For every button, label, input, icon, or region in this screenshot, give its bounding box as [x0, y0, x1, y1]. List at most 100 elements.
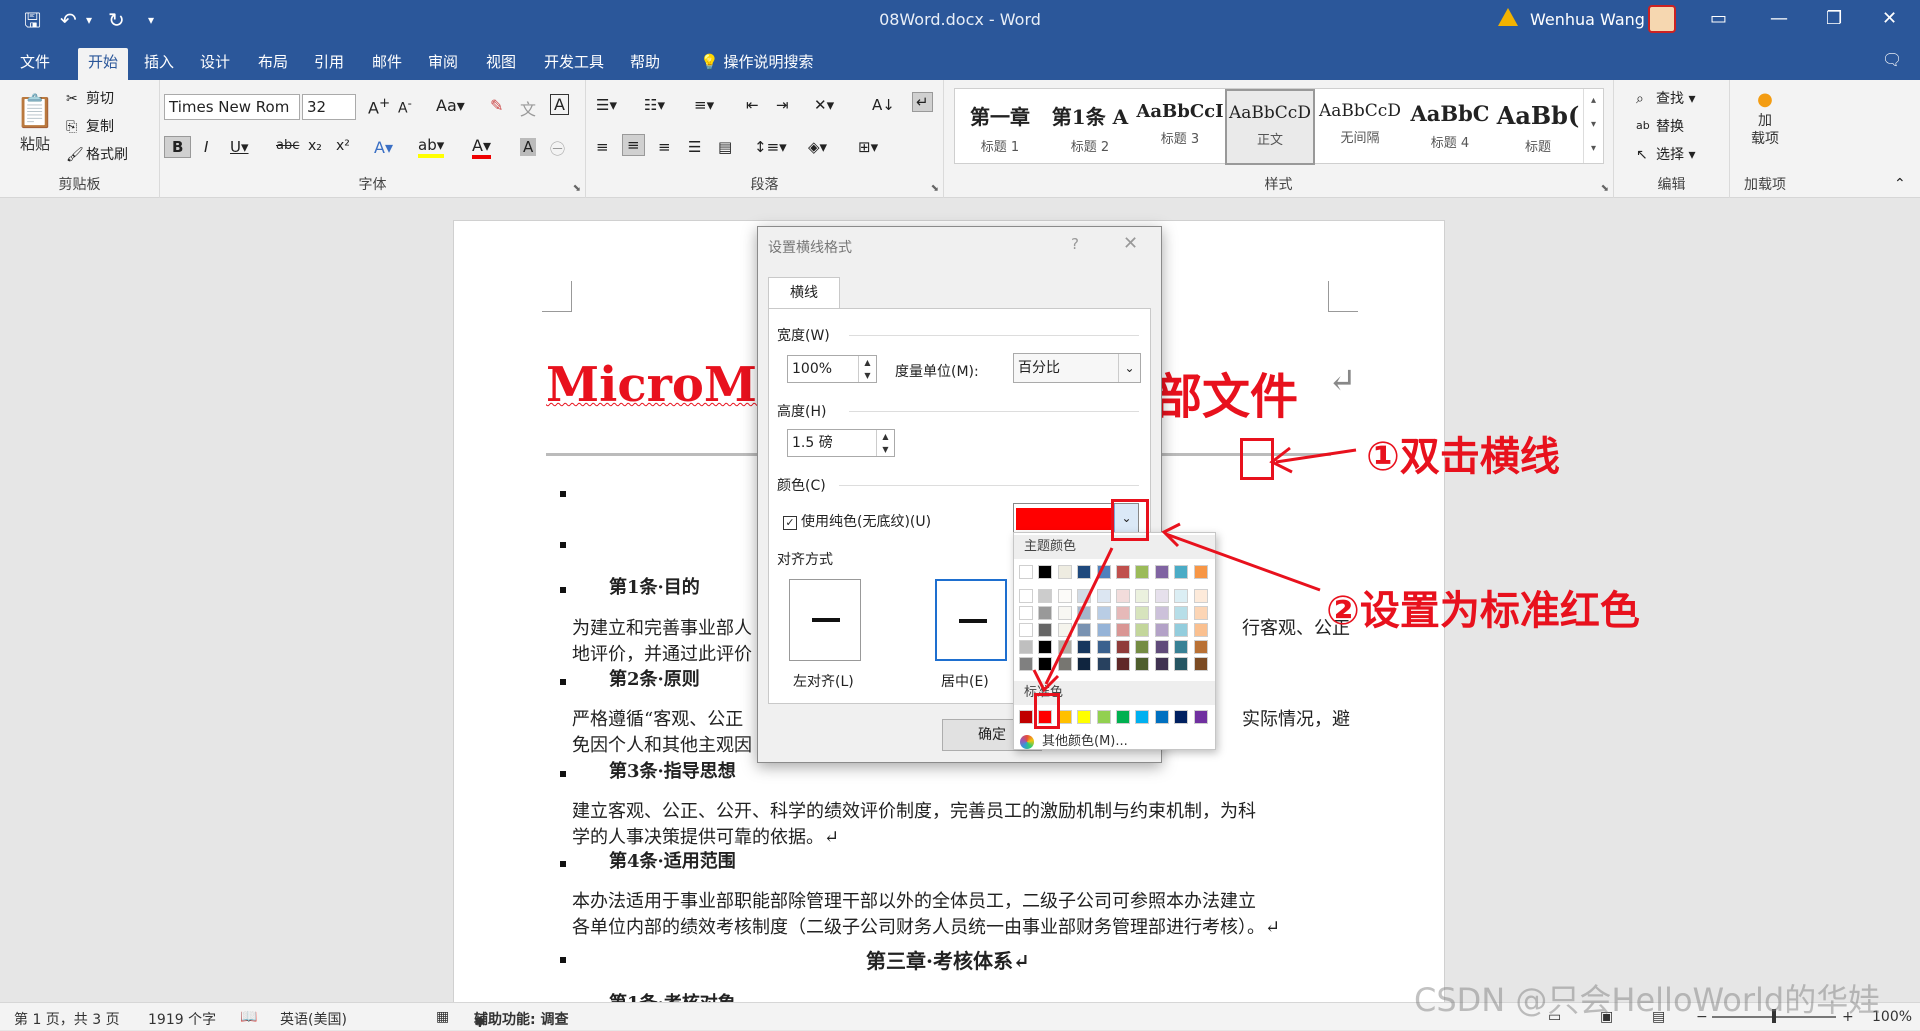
- warning-icon[interactable]: [1498, 8, 1518, 26]
- format-painter-button[interactable]: 🖌 格式刷: [66, 144, 128, 164]
- theme-color-swatch[interactable]: [1096, 565, 1111, 579]
- select-button[interactable]: ↖ 选择 ▾: [1636, 144, 1695, 164]
- solid-color-checkbox[interactable]: ✓ 使用纯色(无底纹)(U): [783, 511, 931, 531]
- user-name[interactable]: Wenhua Wang: [1530, 10, 1645, 29]
- theme-shade-swatch[interactable]: [1193, 657, 1208, 671]
- clear-format-icon[interactable]: ✎: [490, 96, 503, 115]
- minimize-icon[interactable]: —: [1770, 8, 1788, 29]
- proofing-icon[interactable]: 📖: [240, 1009, 257, 1025]
- width-input[interactable]: 100% ▲ ▼: [787, 355, 877, 383]
- theme-shade-swatch[interactable]: [1116, 640, 1130, 654]
- paste-button[interactable]: 📋 粘贴: [12, 90, 58, 156]
- theme-shade-swatch[interactable]: [1193, 623, 1208, 637]
- theme-shade-swatch[interactable]: [1135, 657, 1150, 671]
- tell-me[interactable]: 💡 操作说明搜索: [690, 48, 823, 80]
- theme-shade-swatch[interactable]: [1135, 640, 1150, 654]
- language[interactable]: 英语(美国): [280, 1009, 347, 1029]
- tab-home[interactable]: 开始: [78, 48, 129, 80]
- theme-shade-swatch[interactable]: [1193, 640, 1208, 654]
- multilevel-list-icon[interactable]: ≡▾: [694, 96, 714, 114]
- standard-color-swatch[interactable]: [1193, 710, 1208, 724]
- theme-shade-swatch[interactable]: [1057, 623, 1072, 637]
- subscript-icon[interactable]: x₂: [308, 138, 322, 154]
- font-name-input[interactable]: Times New Rom: [164, 94, 300, 120]
- bullets-icon[interactable]: ☰▾: [596, 96, 617, 114]
- paragraph-launcher-icon[interactable]: ⬊: [931, 183, 939, 194]
- sort-icon[interactable]: A↓: [872, 96, 895, 114]
- font-size-input[interactable]: 32: [302, 94, 356, 120]
- theme-shade-swatch[interactable]: [1077, 589, 1092, 603]
- comments-icon[interactable]: 🗨: [1882, 50, 1902, 69]
- style-title[interactable]: AaBb(标题: [1495, 89, 1581, 165]
- borders-icon[interactable]: ⊞▾: [858, 138, 878, 156]
- styles-launcher-icon[interactable]: ⬊: [1601, 183, 1609, 194]
- align-center-icon[interactable]: ≡: [622, 134, 645, 156]
- tab-mailings[interactable]: 邮件: [362, 48, 412, 80]
- distributed-icon[interactable]: ▤: [718, 138, 732, 156]
- highlight-icon[interactable]: ab▾: [418, 136, 445, 158]
- shrink-font-icon[interactable]: A-: [398, 96, 412, 117]
- style-heading2[interactable]: 第1条 A 标题 2: [1045, 89, 1135, 165]
- theme-shade-swatch[interactable]: [1038, 589, 1053, 603]
- increase-indent-icon[interactable]: ⇥: [776, 96, 789, 114]
- font-launcher-icon[interactable]: ⬊: [573, 183, 581, 194]
- theme-color-swatch[interactable]: [1019, 565, 1033, 579]
- theme-color-swatch[interactable]: [1154, 565, 1169, 579]
- styles-scroll-icon[interactable]: ▴ ▾ ▾: [1583, 89, 1603, 163]
- theme-shade-swatch[interactable]: [1154, 640, 1169, 654]
- theme-shade-swatch[interactable]: [1154, 623, 1169, 637]
- theme-color-swatch[interactable]: [1038, 565, 1053, 579]
- find-button[interactable]: ⌕ 查找 ▾: [1636, 88, 1695, 108]
- tab-references[interactable]: 引用: [304, 48, 354, 80]
- theme-shade-swatch[interactable]: [1057, 657, 1072, 671]
- theme-shade-swatch[interactable]: [1154, 657, 1169, 671]
- theme-shade-swatch[interactable]: [1057, 606, 1072, 620]
- italic-icon[interactable]: I: [204, 138, 208, 156]
- copy-button[interactable]: ⎘ 复制: [66, 116, 114, 136]
- theme-shade-swatch[interactable]: [1096, 589, 1111, 603]
- theme-shade-swatch[interactable]: [1116, 589, 1130, 603]
- tab-developer[interactable]: 开发工具: [534, 48, 614, 80]
- theme-shade-swatch[interactable]: [1077, 640, 1092, 654]
- theme-shade-swatch[interactable]: [1174, 606, 1189, 620]
- page-count[interactable]: 第 1 页，共 3 页: [14, 1009, 120, 1029]
- char-border-icon[interactable]: A: [550, 94, 569, 115]
- strikethrough-icon[interactable]: abc: [276, 138, 299, 153]
- theme-shade-swatch[interactable]: [1116, 657, 1130, 671]
- tab-design[interactable]: 设计: [190, 48, 240, 80]
- standard-color-swatch[interactable]: [1019, 710, 1033, 724]
- theme-shade-swatch[interactable]: [1057, 589, 1072, 603]
- grow-font-icon[interactable]: A+: [368, 96, 390, 117]
- theme-shade-swatch[interactable]: [1135, 606, 1150, 620]
- theme-shade-swatch[interactable]: [1038, 623, 1053, 637]
- theme-shade-swatch[interactable]: [1077, 623, 1092, 637]
- standard-color-swatch[interactable]: [1154, 710, 1169, 724]
- theme-shade-swatch[interactable]: [1193, 589, 1208, 603]
- align-center-option[interactable]: [935, 579, 1007, 661]
- tab-horizontal-line[interactable]: 横线: [768, 277, 840, 309]
- standard-color-swatch[interactable]: [1174, 710, 1189, 724]
- standard-color-swatch[interactable]: [1116, 710, 1130, 724]
- align-left-icon[interactable]: ≡: [596, 138, 609, 156]
- theme-shade-swatch[interactable]: [1154, 589, 1169, 603]
- change-case-icon[interactable]: Aa▾: [436, 96, 465, 115]
- theme-shade-swatch[interactable]: [1077, 606, 1092, 620]
- maximize-icon[interactable]: ❐: [1826, 8, 1842, 29]
- close-icon[interactable]: ✕: [1882, 8, 1897, 29]
- decrease-indent-icon[interactable]: ⇤: [746, 96, 759, 114]
- theme-shade-swatch[interactable]: [1096, 623, 1111, 637]
- show-marks-icon[interactable]: ↵: [912, 92, 933, 112]
- theme-shade-swatch[interactable]: [1116, 623, 1130, 637]
- theme-shade-swatch[interactable]: [1174, 623, 1189, 637]
- theme-shade-swatch[interactable]: [1038, 606, 1053, 620]
- style-no-spacing[interactable]: AaBbCcD 无间隔: [1315, 89, 1405, 165]
- theme-color-swatch[interactable]: [1135, 565, 1150, 579]
- font-color-icon[interactable]: A▾: [472, 136, 491, 159]
- numbering-icon[interactable]: ☷▾: [644, 96, 665, 114]
- shading-icon[interactable]: ◈▾: [808, 138, 827, 156]
- theme-shade-swatch[interactable]: [1057, 640, 1072, 654]
- style-heading4[interactable]: AaBbC 标题 4: [1405, 89, 1495, 165]
- tab-review[interactable]: 审阅: [418, 48, 468, 80]
- theme-shade-swatch[interactable]: [1135, 589, 1150, 603]
- tab-file[interactable]: 文件: [10, 48, 60, 80]
